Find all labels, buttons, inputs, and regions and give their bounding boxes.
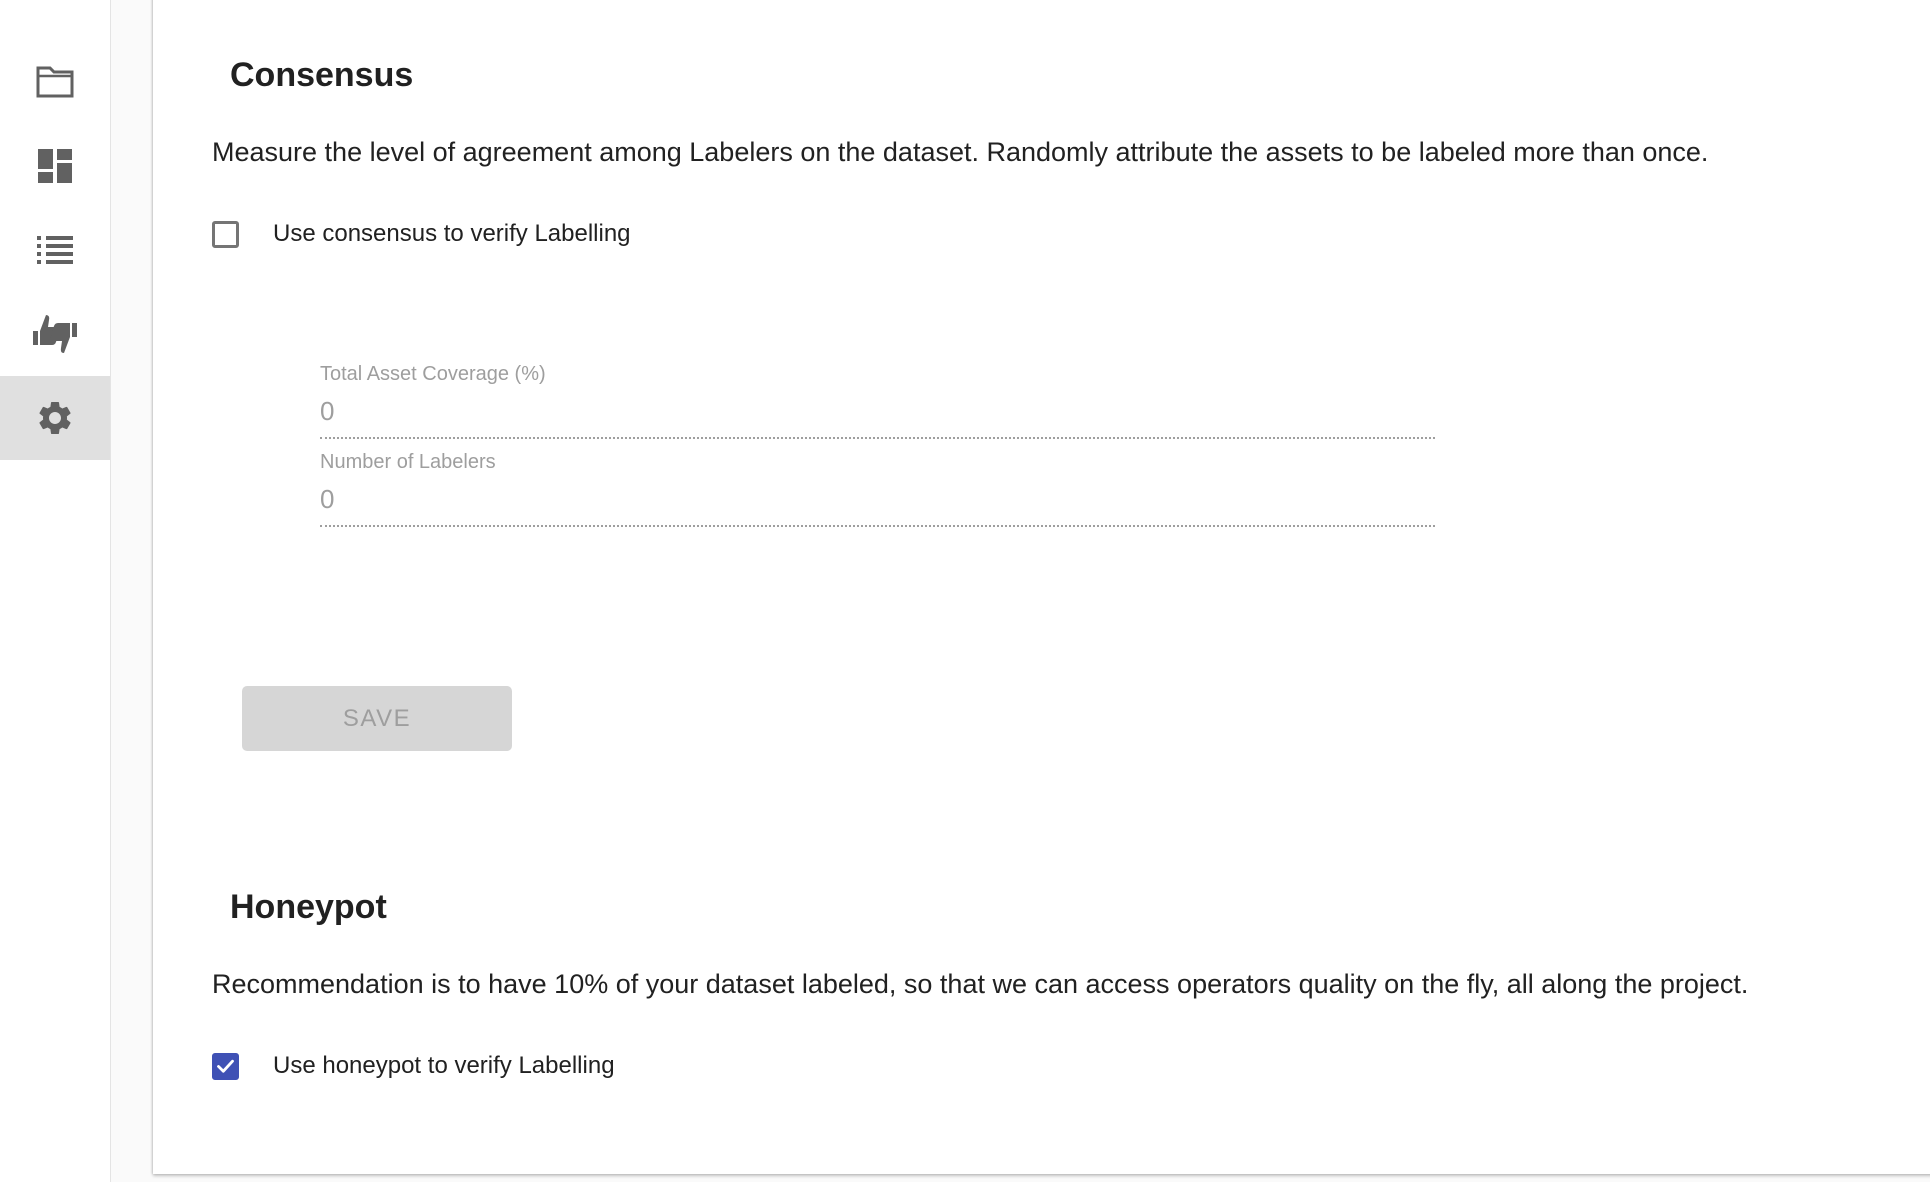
save-button[interactable]: SAVE <box>242 686 512 751</box>
dashboard-icon <box>37 148 73 184</box>
honeypot-checkbox-label: Use honeypot to verify Labelling <box>273 1052 615 1079</box>
labelers-label: Number of Labelers <box>320 451 496 473</box>
coverage-field: Total Asset Coverage (%) <box>320 362 1435 439</box>
consensus-description: Measure the level of agreement among Lab… <box>212 137 1709 167</box>
folder-icon <box>35 65 75 99</box>
gear-icon <box>35 398 75 438</box>
coverage-label: Total Asset Coverage (%) <box>320 363 546 385</box>
consensus-title: Consensus <box>230 56 414 94</box>
honeypot-checkbox[interactable] <box>212 1052 239 1080</box>
honeypot-checkbox-row[interactable]: Use honeypot to verify Labelling <box>212 1052 615 1080</box>
sidebar-item-review[interactable] <box>0 292 110 376</box>
honeypot-description: Recommendation is to have 10% of your da… <box>212 969 1749 999</box>
sidebar <box>0 0 111 1182</box>
content-gutter <box>111 0 153 1182</box>
consensus-checkbox-row[interactable]: Use consensus to verify Labelling <box>212 220 631 248</box>
honeypot-title: Honeypot <box>230 888 387 926</box>
sidebar-item-list[interactable] <box>0 208 110 292</box>
checkmark-icon <box>217 1059 234 1073</box>
sidebar-item-dashboard[interactable] <box>0 124 110 208</box>
settings-card: Consensus Measure the level of agreement… <box>153 0 1930 1174</box>
sidebar-item-projects[interactable] <box>0 40 110 124</box>
consensus-checkbox-label: Use consensus to verify Labelling <box>273 220 631 247</box>
coverage-input[interactable] <box>320 386 1435 439</box>
thumbs-up-down-icon <box>32 311 78 357</box>
labelers-field: Number of Labelers <box>320 450 1435 527</box>
consensus-checkbox[interactable] <box>212 220 239 248</box>
labelers-input[interactable] <box>320 474 1435 527</box>
sidebar-item-settings[interactable] <box>0 376 110 460</box>
list-icon <box>36 234 74 266</box>
